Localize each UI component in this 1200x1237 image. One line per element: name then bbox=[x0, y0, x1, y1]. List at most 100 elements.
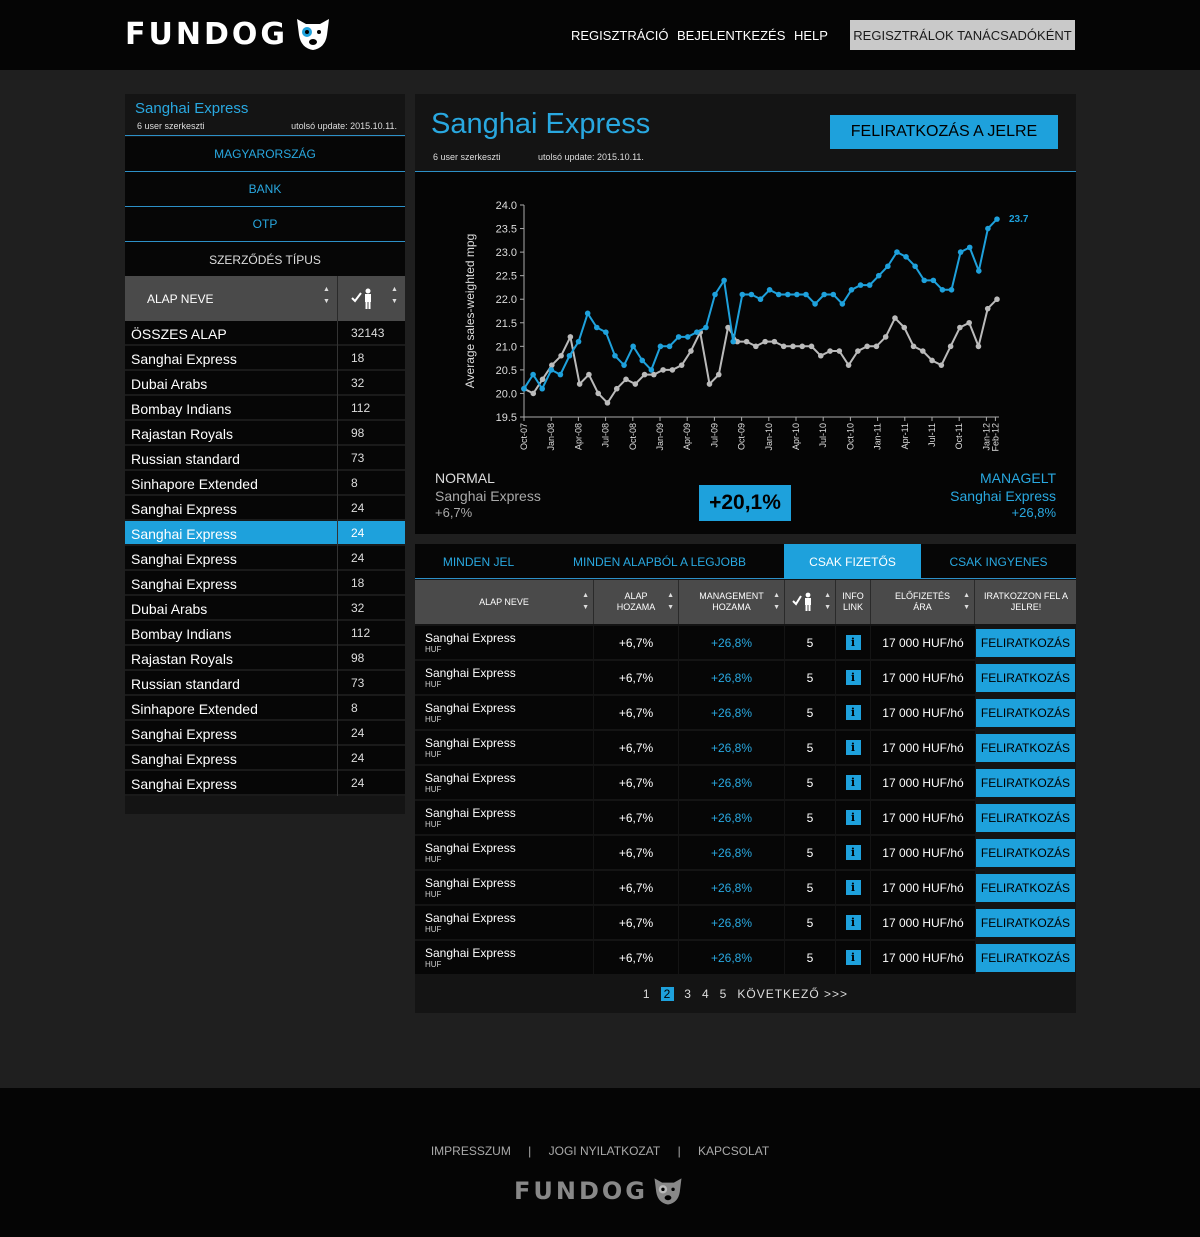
fund-list-item[interactable]: Dubai Arabs 32 bbox=[125, 596, 405, 621]
fund-list-item[interactable]: Sanghai Express 24 bbox=[125, 771, 405, 796]
filter-category[interactable]: BANK bbox=[125, 172, 405, 207]
fund-list-item[interactable]: Sanghai Express 24 bbox=[125, 521, 405, 546]
info-icon[interactable]: i bbox=[845, 845, 861, 860]
tab-paid-only[interactable]: CSAK FIZETŐS bbox=[784, 544, 921, 579]
sort-icon[interactable]: ▲ ▼ bbox=[582, 590, 589, 614]
subscribe-signal-button[interactable]: FELIRATKOZÁS A JELRE bbox=[830, 115, 1058, 149]
fund-list-item[interactable]: Sinhapore Extended 8 bbox=[125, 471, 405, 496]
fund-list-item[interactable]: Rajastan Royals 98 bbox=[125, 646, 405, 671]
data-point bbox=[975, 343, 982, 350]
next-page-link[interactable]: KÖVETKEZŐ >>> bbox=[737, 987, 848, 1001]
filter-country[interactable]: MAGYARORSZÁG bbox=[125, 137, 405, 172]
row-subscribe-button[interactable]: FELIRATKOZÁS bbox=[976, 699, 1075, 727]
row-subscribe-button[interactable]: FELIRATKOZÁS bbox=[976, 909, 1075, 937]
info-icon[interactable]: i bbox=[845, 670, 861, 685]
row-subscribe-button[interactable]: FELIRATKOZÁS bbox=[976, 874, 1075, 902]
tab-free-only[interactable]: CSAK INGYENES bbox=[921, 544, 1076, 579]
row-subscribe-button[interactable]: FELIRATKOZÁS bbox=[976, 804, 1075, 832]
cell-fund-name[interactable]: Sanghai Express HUF bbox=[415, 661, 593, 694]
info-icon[interactable]: i bbox=[845, 705, 861, 720]
row-subscribe-button[interactable]: FELIRATKOZÁS bbox=[976, 734, 1075, 762]
row-subscribe-button[interactable]: FELIRATKOZÁS bbox=[976, 629, 1075, 657]
row-subscribe-button[interactable]: FELIRATKOZÁS bbox=[976, 839, 1075, 867]
fund-list-item[interactable]: Dubai Arabs 32 bbox=[125, 371, 405, 396]
data-point bbox=[827, 348, 833, 354]
info-icon[interactable]: i bbox=[845, 775, 861, 790]
info-icon[interactable]: i bbox=[845, 740, 861, 755]
page-4[interactable]: 4 bbox=[702, 987, 710, 1001]
fund-list-item[interactable]: Rajastan Royals 98 bbox=[125, 421, 405, 446]
th-management-return[interactable]: MANAGEMENT HOZAMA ▲ ▼ bbox=[679, 580, 785, 624]
th-users[interactable]: ▲ ▼ bbox=[785, 580, 836, 624]
row-subscribe-button[interactable]: FELIRATKOZÁS bbox=[976, 769, 1075, 797]
sort-icon[interactable]: ▲ ▼ bbox=[773, 590, 780, 614]
cell-fund-name[interactable]: Sanghai Express HUF bbox=[415, 766, 593, 799]
fund-list-item[interactable]: Russian standard 73 bbox=[125, 446, 405, 471]
cell-fund-name[interactable]: Sanghai Express HUF bbox=[415, 941, 593, 974]
th-subscription-price[interactable]: ELŐFIZETÉS ÁRA ▲ ▼ bbox=[871, 580, 975, 624]
row-subscribe-button[interactable]: FELIRATKOZÁS bbox=[976, 944, 1075, 972]
fund-list-item[interactable]: Bombay Indians 112 bbox=[125, 396, 405, 421]
page-5[interactable]: 5 bbox=[720, 987, 728, 1001]
data-point bbox=[766, 287, 773, 293]
fund-list-header: ALAP NEVE ▲ ▼ ▲ ▼ bbox=[125, 276, 405, 321]
fund-list-item[interactable]: Sanghai Express 24 bbox=[125, 496, 405, 521]
cell-fund-name[interactable]: Sanghai Express HUF bbox=[415, 626, 593, 659]
footer-logo[interactable]: FUNDOG bbox=[514, 1175, 684, 1207]
cell-fund-name[interactable]: Sanghai Express HUF bbox=[415, 696, 593, 729]
fund-list-item[interactable]: Sanghai Express 18 bbox=[125, 346, 405, 371]
th-base-return[interactable]: ALAP HOZAMA ▲ ▼ bbox=[594, 580, 679, 624]
cell-fund-name[interactable]: Sanghai Express HUF bbox=[415, 871, 593, 904]
cell-fund-name[interactable]: Sanghai Express HUF bbox=[415, 731, 593, 764]
info-icon[interactable]: i bbox=[845, 915, 861, 930]
fund-list-item[interactable]: Sinhapore Extended 8 bbox=[125, 696, 405, 721]
page-3[interactable]: 3 bbox=[684, 987, 692, 1001]
tab-all-signals[interactable]: MINDEN JEL bbox=[415, 544, 542, 579]
footer-contact[interactable]: KAPCSOLAT bbox=[698, 1144, 769, 1158]
info-icon[interactable]: i bbox=[845, 810, 861, 825]
site-logo[interactable]: FUNDOG bbox=[125, 14, 332, 54]
fund-currency: HUF bbox=[425, 890, 442, 899]
sort-count-icon[interactable]: ▲ ▼ bbox=[391, 284, 398, 308]
fund-list-item[interactable]: ÖSSZES ALAP 32143 bbox=[125, 321, 405, 346]
nav-login[interactable]: BEJELENTKEZÉS bbox=[677, 28, 785, 43]
data-point bbox=[892, 315, 898, 321]
info-icon[interactable]: i bbox=[845, 635, 861, 650]
cell-price: 17 000 HUF/hó bbox=[871, 626, 975, 659]
cell-fund-name[interactable]: Sanghai Express HUF bbox=[415, 836, 593, 869]
sort-icon[interactable]: ▲ ▼ bbox=[667, 590, 674, 614]
column-divider bbox=[337, 671, 338, 696]
column-divider bbox=[337, 471, 338, 496]
row-subscribe-button[interactable]: FELIRATKOZÁS bbox=[976, 664, 1075, 692]
register-advisor-button[interactable]: REGISZTRÁLOK TANÁCSADÓKÉNT bbox=[850, 20, 1075, 50]
filter-contract-type[interactable]: SZERZŐDÉS TÍPUS bbox=[125, 242, 405, 277]
fund-list-item[interactable]: Sanghai Express 24 bbox=[125, 746, 405, 771]
sort-name-icon[interactable]: ▲ ▼ bbox=[323, 284, 330, 308]
filter-bank[interactable]: OTP bbox=[125, 207, 405, 242]
data-point bbox=[639, 357, 646, 364]
fund-list-item[interactable]: Russian standard 73 bbox=[125, 671, 405, 696]
fund-list-item[interactable]: Bombay Indians 112 bbox=[125, 621, 405, 646]
sort-icon[interactable]: ▲ ▼ bbox=[824, 590, 831, 614]
footer-legal[interactable]: JOGI NYILATKOZAT bbox=[549, 1144, 661, 1158]
data-point bbox=[521, 385, 527, 392]
nav-help[interactable]: HELP bbox=[794, 28, 828, 43]
page-1[interactable]: 1 bbox=[643, 987, 651, 1001]
column-divider bbox=[337, 596, 338, 621]
fund-title[interactable]: Sanghai Express bbox=[135, 100, 248, 117]
cell-fund-name[interactable]: Sanghai Express HUF bbox=[415, 906, 593, 939]
cell-fund-name[interactable]: Sanghai Express HUF bbox=[415, 801, 593, 834]
tab-best-of-all[interactable]: MINDEN ALAPBÓL A LEGJOBB bbox=[542, 544, 777, 579]
fund-list-item[interactable]: Sanghai Express 18 bbox=[125, 571, 405, 596]
fund-list-item[interactable]: Sanghai Express 24 bbox=[125, 546, 405, 571]
column-fund-name[interactable]: ALAP NEVE bbox=[147, 292, 213, 306]
page-2-current[interactable]: 2 bbox=[660, 987, 675, 1001]
th-fund-name[interactable]: ALAP NEVE ▲ ▼ bbox=[415, 580, 594, 624]
info-icon[interactable]: i bbox=[845, 950, 861, 965]
sort-icon[interactable]: ▲ ▼ bbox=[963, 590, 970, 614]
nav-register[interactable]: REGISZTRÁCIÓ bbox=[571, 28, 669, 43]
checked-user-icon[interactable] bbox=[351, 288, 375, 310]
info-icon[interactable]: i bbox=[845, 880, 861, 895]
fund-list-item[interactable]: Sanghai Express 24 bbox=[125, 721, 405, 746]
footer-impressum[interactable]: IMPRESSZUM bbox=[431, 1144, 511, 1158]
